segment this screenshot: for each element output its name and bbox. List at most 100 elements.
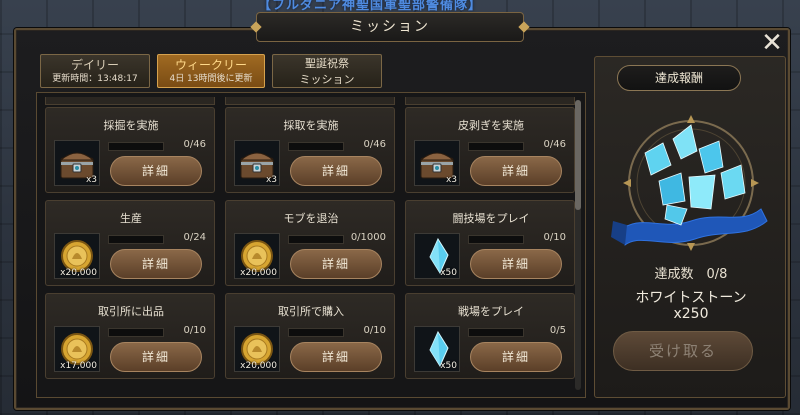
tab-christmas[interactable]: 聖誕祝祭 ミッション: [272, 54, 382, 88]
mission-card: 採取を実施 x3 0/46 詳細: [225, 107, 395, 193]
progress-text: 0/24: [183, 232, 206, 243]
card-edge: [225, 97, 395, 105]
reward-item-slot[interactable]: x20,000: [234, 326, 280, 372]
reward-quantity: x3: [265, 175, 277, 185]
reward-quantity: x3: [445, 175, 457, 185]
achievement-count: 達成数 0/8: [654, 267, 728, 282]
tab-sublabel: ミッション: [299, 73, 355, 86]
emblem-spike: [751, 179, 759, 187]
reward-item-slot[interactable]: x3: [54, 140, 100, 186]
progress-bar: [468, 142, 524, 151]
reward-panel: 達成報酬 達成数 0/8 ホワイトストーン x250 受け取る: [594, 56, 786, 398]
mission-title: 採取を実施: [283, 119, 339, 132]
mission-card: 戦場をプレイ x50 0/5 詳細: [405, 293, 575, 379]
crystal-cluster: [644, 124, 746, 226]
reward-item-slot[interactable]: x50: [414, 326, 460, 372]
reward-quantity: x3: [85, 175, 97, 185]
progress-text: 0/5: [549, 325, 566, 336]
progress-text: 0/10: [183, 325, 206, 336]
emblem-spike: [687, 243, 695, 251]
mission-card: 皮剥ぎを実施 x3 0/46 詳細: [405, 107, 575, 193]
crystal: [664, 204, 688, 226]
white-stone-icon: [611, 115, 768, 251]
mission-title: 採掘を実施: [103, 119, 159, 132]
reward-quantity: x50: [440, 268, 457, 278]
progress-bar: [288, 328, 344, 337]
reward-quantity: x20,000: [60, 268, 97, 278]
crystal: [698, 140, 724, 174]
crystal: [672, 124, 698, 160]
reward-item-name: ホワイトストーン: [635, 290, 747, 306]
detail-button[interactable]: 詳細: [470, 156, 562, 186]
progress-text: 0/10: [543, 232, 566, 243]
progress-text: 0/46: [363, 139, 386, 150]
detail-button[interactable]: 詳細: [470, 249, 562, 279]
progress-text: 0/46: [543, 139, 566, 150]
close-icon[interactable]: ✕: [758, 30, 786, 58]
tab-weekly[interactable]: ウィークリー 4日 13時間後に更新: [157, 54, 265, 88]
tab-label: デイリー: [70, 58, 119, 72]
detail-button[interactable]: 詳細: [290, 342, 382, 372]
reward-item-quantity: x250: [673, 306, 709, 322]
emblem-spike: [623, 179, 631, 187]
detail-button[interactable]: 詳細: [290, 156, 382, 186]
mission-card: モブを退治 x20,000 0/1000 詳細: [225, 200, 395, 286]
crystal: [720, 164, 746, 200]
crystal: [688, 174, 716, 210]
mission-card: 取引所に出品 x17,000 0/10 詳細: [45, 293, 215, 379]
scrollbar-thumb[interactable]: [575, 100, 581, 210]
blue-ribbon: [611, 221, 627, 245]
reward-item-slot[interactable]: x20,000: [234, 233, 280, 279]
progress-bar: [468, 328, 524, 337]
mission-title: 生産: [120, 212, 142, 225]
mission-title: 取引所で購入: [278, 305, 344, 318]
tab-sublabel: 4日 13時間後に更新: [169, 74, 253, 84]
progress-text: 0/1000: [350, 232, 386, 243]
reward-item-slot[interactable]: x3: [234, 140, 280, 186]
tab-label: ウィークリー: [174, 58, 247, 72]
emblem-spike: [687, 115, 695, 123]
reward-item-slot[interactable]: x3: [414, 140, 460, 186]
mission-card: 採掘を実施 x3 0/46 詳細: [45, 107, 215, 193]
mission-card: 生産 x20,000 0/24 詳細: [45, 200, 215, 286]
crystal: [644, 142, 672, 176]
mission-scrollbar[interactable]: [575, 100, 581, 390]
progress-bar: [288, 142, 344, 151]
reward-quantity: x20,000: [240, 268, 277, 278]
mission-grid: 採掘を実施 x3 0/46 詳細 採取を実施 x3 0/46 詳細 皮剥ぎを実施 x3 0/46 詳細…: [37, 93, 587, 399]
detail-button[interactable]: 詳細: [110, 249, 202, 279]
progress-bar: [108, 142, 164, 151]
progress-bar: [468, 235, 524, 244]
progress-text: 0/46: [183, 139, 206, 150]
mission-title: 皮剥ぎを実施: [458, 119, 524, 132]
mission-title: モブを退治: [283, 212, 339, 225]
mission-list[interactable]: 採掘を実施 x3 0/46 詳細 採取を実施 x3 0/46 詳細 皮剥ぎを実施 x3 0/46 詳細…: [36, 92, 586, 398]
progress-bar: [108, 328, 164, 337]
tab-daily[interactable]: デイリー 更新時間：13:48:17: [40, 54, 150, 88]
reward-title: 達成報酬: [617, 65, 741, 91]
reward-item-slot[interactable]: x17,000: [54, 326, 100, 372]
crystal: [658, 172, 686, 206]
detail-button[interactable]: 詳細: [470, 342, 562, 372]
reward-item-slot[interactable]: x20,000: [54, 233, 100, 279]
reward-item-slot[interactable]: x50: [414, 233, 460, 279]
tab-sublabel: 更新時間：13:48:17: [52, 74, 138, 84]
reward-quantity: x50: [440, 361, 457, 371]
receive-button[interactable]: 受け取る: [613, 331, 753, 371]
progress-bar: [108, 235, 164, 244]
detail-button[interactable]: 詳細: [110, 156, 202, 186]
mission-title: 戦場をプレイ: [458, 305, 524, 318]
progress-text: 0/10: [363, 325, 386, 336]
mission-title: 闘技場をプレイ: [452, 212, 530, 225]
card-edge: [45, 97, 215, 105]
window-title: ミッション: [256, 12, 524, 42]
progress-bar: [288, 235, 344, 244]
reward-quantity: x20,000: [240, 361, 277, 371]
detail-button[interactable]: 詳細: [290, 249, 382, 279]
mission-card: 取引所で購入 x20,000 0/10 詳細: [225, 293, 395, 379]
mission-card: 闘技場をプレイ x50 0/10 詳細: [405, 200, 575, 286]
mission-title: 取引所に出品: [98, 305, 164, 318]
tab-label: 聖誕祝祭: [305, 57, 349, 70]
card-edge: [405, 97, 575, 105]
detail-button[interactable]: 詳細: [110, 342, 202, 372]
